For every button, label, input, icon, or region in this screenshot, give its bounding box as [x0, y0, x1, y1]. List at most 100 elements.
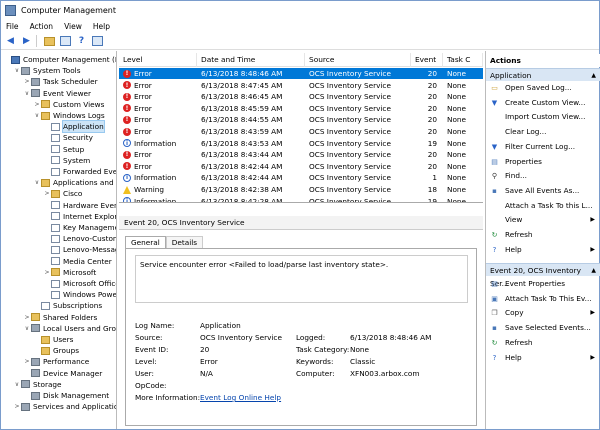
actions-section-header[interactable]: Event 20, OCS Inventory Ser... ▲ — [486, 263, 600, 288]
tree-item[interactable]: > Microsoft — [43, 267, 96, 278]
tree-item[interactable]: Security — [43, 132, 93, 143]
show-hide-action-pane-icon[interactable] — [91, 35, 104, 48]
tree-item[interactable]: System — [43, 155, 90, 166]
action-item[interactable]: ▤ Event Properties — [486, 278, 600, 290]
forward-icon[interactable]: ▶ — [20, 35, 33, 48]
action-item[interactable]: ▪ Save All Events As... — [486, 185, 600, 197]
expander-icon[interactable]: > — [23, 312, 31, 323]
tree-item[interactable]: Lenovo-Message — [43, 244, 116, 255]
action-item[interactable]: ? Help ▶ — [486, 244, 600, 256]
action-item[interactable]: Clear Log... — [486, 126, 600, 138]
tree-item[interactable]: Device Manager — [23, 368, 102, 379]
column-date[interactable]: Date and Time — [197, 53, 305, 67]
expander-icon[interactable]: ∨ — [33, 177, 41, 188]
menu-help[interactable]: Help — [88, 22, 116, 31]
column-task[interactable]: Task C — [443, 53, 483, 67]
event-row[interactable]: i Information 6/13/2018 8:42:44 AM OCS Inve… — [119, 172, 483, 183]
error-icon: ! — [123, 162, 131, 171]
actions-section-header[interactable]: Application ▲ — [486, 68, 600, 81]
event-row[interactable]: ! Error 6/13/2018 8:44:55 AM OCS Inventory … — [119, 114, 483, 125]
tree-item[interactable]: Windows Power — [43, 289, 116, 300]
action-item[interactable]: Import Custom View... — [486, 111, 600, 123]
expander-icon[interactable]: > — [43, 267, 51, 278]
tree-item[interactable]: Setup — [43, 144, 84, 155]
event-row[interactable]: ! Error 6/13/2018 8:46:45 AM OCS Inventory … — [119, 91, 483, 102]
action-item[interactable]: ❐ Copy ▶ — [486, 307, 600, 319]
action-item[interactable]: ▭ Open Saved Log... — [486, 82, 600, 94]
event-row[interactable]: ! Error 6/13/2018 8:45:59 AM OCS Inventory … — [119, 103, 483, 114]
action-item[interactable]: ↻ Refresh — [486, 229, 600, 241]
expander-icon[interactable]: ∨ — [13, 65, 21, 76]
tree-item[interactable]: Disk Management — [23, 390, 109, 401]
expander-icon[interactable]: ∨ — [13, 379, 21, 390]
action-item[interactable]: Attach a Task To this L... — [486, 200, 600, 212]
column-level[interactable]: Level — [119, 53, 197, 67]
event-row[interactable]: ! Error 6/13/2018 8:47:45 AM OCS Inventory … — [119, 80, 483, 91]
action-item[interactable]: ▪ Save Selected Events... — [486, 322, 600, 334]
tree-item[interactable]: Forwarded Event — [43, 166, 116, 177]
log-icon — [51, 156, 60, 165]
event-row[interactable]: i Information 6/13/2018 8:42:28 AM OCS Inve… — [119, 196, 483, 202]
expander-icon[interactable]: > — [33, 99, 41, 110]
tree-item[interactable]: ∨ Applications and Se — [33, 177, 116, 188]
action-item[interactable]: ▼ Create Custom View... — [486, 97, 600, 109]
tree-item[interactable]: > Shared Folders — [23, 312, 97, 323]
tree-item[interactable]: > Performance — [23, 356, 89, 367]
up-folder-icon[interactable] — [43, 35, 56, 48]
collapse-icon[interactable]: ▲ — [591, 264, 596, 277]
action-item[interactable]: ↻ Refresh — [486, 337, 600, 349]
collapse-icon[interactable]: ▲ — [591, 69, 596, 82]
event-row[interactable]: Warning 6/13/2018 8:42:38 AM OCS Inventory… — [119, 184, 483, 195]
action-item[interactable]: ▼ Filter Current Log... — [486, 141, 600, 153]
tree-item[interactable]: Subscriptions — [33, 300, 102, 311]
expander-icon[interactable]: ∨ — [33, 110, 41, 121]
task-category-value: None — [350, 345, 370, 354]
tree-item[interactable]: > Cisco — [43, 188, 82, 199]
tree-item[interactable]: Application — [43, 120, 105, 134]
tree-item[interactable]: Key Managemen — [43, 222, 116, 233]
tree-item[interactable]: > Services and Applications — [13, 401, 116, 412]
expander-icon[interactable]: ∨ — [23, 323, 31, 334]
event-log-online-help-link[interactable]: Event Log Online Help — [200, 393, 281, 403]
action-item[interactable]: ▤ Properties — [486, 156, 600, 168]
event-row[interactable]: ! Error 6/13/2018 8:43:44 AM OCS Inventory … — [119, 149, 483, 160]
tree-item[interactable]: ∨ Storage — [13, 379, 62, 390]
menu-view[interactable]: View — [59, 22, 88, 31]
action-item[interactable]: View ▶ — [486, 214, 600, 226]
expander-icon[interactable]: > — [23, 356, 31, 367]
column-source[interactable]: Source — [305, 53, 411, 67]
event-row[interactable]: i Information 6/13/2018 8:43:53 AM OCS Inve… — [119, 138, 483, 149]
menu-action[interactable]: Action — [25, 22, 60, 31]
back-icon[interactable]: ◀ — [4, 35, 17, 48]
tree-item[interactable]: Hardware Events — [43, 200, 116, 211]
tree-item[interactable]: > Custom Views — [33, 99, 104, 110]
tree-item[interactable]: ∨ Windows Logs — [33, 110, 105, 121]
action-item[interactable]: ▣ Attach Task To This Ev... — [486, 293, 600, 305]
tree-item[interactable]: Microsoft Office — [43, 278, 116, 289]
expander-icon[interactable]: ∨ — [23, 88, 31, 99]
event-row[interactable]: ! Error 6/13/2018 8:43:59 AM OCS Inventory … — [119, 126, 483, 137]
action-item[interactable]: ? Help ▶ — [486, 352, 600, 364]
event-row[interactable]: ! Error 6/13/2018 8:48:46 AM OCS Inventory … — [119, 68, 483, 79]
event-row[interactable]: ! Error 6/13/2018 8:42:44 AM OCS Inventory … — [119, 161, 483, 172]
expander-icon[interactable]: > — [43, 188, 51, 199]
tree-item[interactable]: > Task Scheduler — [23, 76, 97, 87]
action-item[interactable]: ⚲ Find... — [486, 170, 600, 182]
tree-item[interactable]: Internet Explorer — [43, 211, 116, 222]
tree-item[interactable]: Groups — [33, 345, 79, 356]
level-text: Error — [134, 127, 152, 136]
tree-item[interactable]: Computer Management (Local — [3, 54, 116, 65]
help-icon[interactable]: ? — [75, 35, 88, 48]
show-hide-tree-icon[interactable] — [59, 35, 72, 48]
tree-item[interactable]: Lenovo-Custom — [43, 233, 116, 244]
tree-item[interactable]: ∨ System Tools — [13, 65, 81, 76]
tree-item[interactable]: ∨ Local Users and Groups — [23, 323, 116, 334]
logged-value: 6/13/2018 8:48:46 AM — [350, 333, 432, 342]
tree-item[interactable]: Media Center — [43, 256, 112, 267]
menu-file[interactable]: File — [1, 22, 25, 31]
tree-item[interactable]: Users — [33, 334, 73, 345]
tree-item[interactable]: ∨ Event Viewer — [23, 88, 91, 99]
expander-icon[interactable]: > — [13, 401, 21, 412]
column-event-id[interactable]: Event ID — [411, 53, 443, 78]
expander-icon[interactable]: > — [23, 76, 31, 87]
